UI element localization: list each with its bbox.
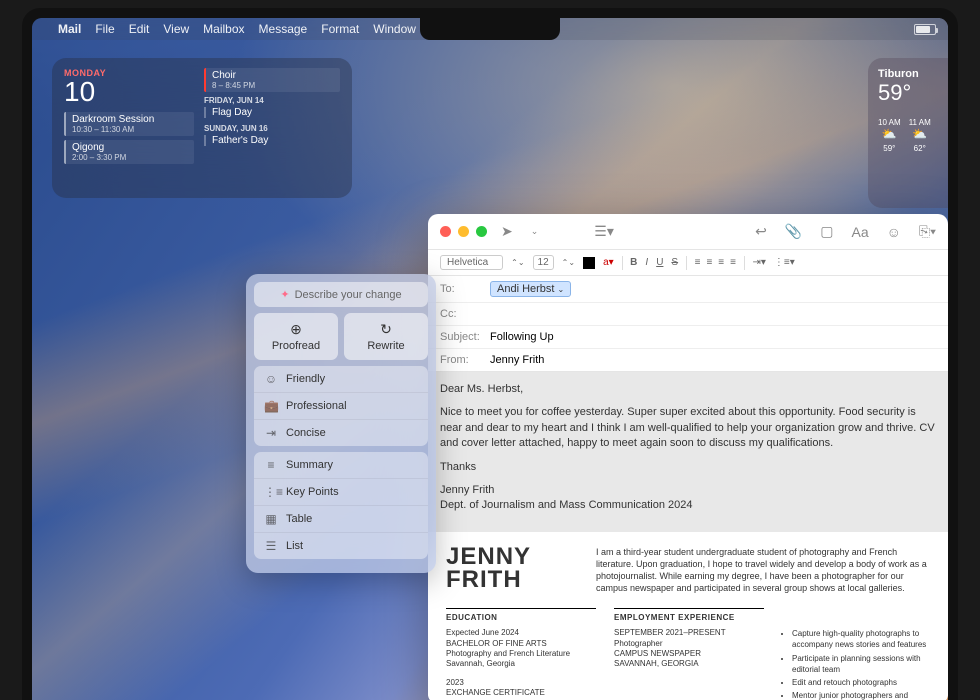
battery-icon[interactable] [914,24,936,35]
calendar-event: Choir 8 – 8:45 PM [204,68,340,92]
close-button[interactable] [440,226,451,237]
briefcase-icon: 💼 [264,399,278,413]
mail-compose-window: ➤ ⌄ ☰▾ ↩ 📎 ▢ Aa ☺ ⎘▾ Helvetica ⌃⌄ 12 ⌃⌄ [428,214,948,700]
align-justify-icon[interactable]: ≡ [730,257,736,268]
bold-button[interactable]: B [630,257,637,268]
smile-icon: ☺ [264,372,278,386]
menu-edit[interactable]: Edit [129,22,150,36]
font-select[interactable]: Helvetica [440,255,503,270]
format-icon[interactable]: Aa [851,224,868,240]
attach-icon[interactable]: 📎 [785,223,802,240]
align-center-icon[interactable]: ≡ [706,257,712,268]
emoji-icon[interactable]: ☺ [887,224,901,240]
selected-text[interactable]: Dear Ms. Herbst, Nice to meet you for co… [428,372,948,532]
menu-view[interactable]: View [163,22,189,36]
menu-app[interactable]: Mail [58,22,81,36]
writing-tools-popover: ✦ Describe your change ⊕ Proofread ↻ Rew… [246,274,436,573]
chevron-down-icon[interactable]: ⌄ [557,285,564,294]
format-bar: Helvetica ⌃⌄ 12 ⌃⌄ a▾ B I U S ≡ ≡ ≡ ≡ [428,250,948,276]
weather-hour: 10 AM ⛅ 59° [878,118,901,153]
calendar-widget[interactable]: MONDAY 10 Darkroom Session 10:30 – 11:30… [52,58,352,198]
align-right-icon[interactable]: ≡ [718,257,724,268]
weather-hour: 11 AM ⛅ 62° [909,118,931,153]
calendar-event: Darkroom Session 10:30 – 11:30 AM [64,112,194,136]
transform-summary[interactable]: ≡Summary [254,452,428,479]
cloud-sun-icon: ⛅ [878,127,901,141]
lines-icon: ≡ [264,458,278,472]
tone-friendly[interactable]: ☺Friendly [254,366,428,393]
list-style-icon[interactable]: ⋮≡▾ [774,257,795,268]
stepper-icon[interactable]: ⌃⌄ [562,258,575,267]
cloud-sun-icon: ⛅ [909,127,931,141]
bullets-icon: ⋮≡ [264,485,278,499]
table-icon: ▦ [264,512,278,526]
italic-button[interactable]: I [645,257,648,268]
subject-value[interactable]: Following Up [490,331,554,343]
photo-icon[interactable]: ▢ [820,223,833,240]
strike-button[interactable]: S [671,257,678,268]
send-icon[interactable]: ➤ [501,223,513,240]
menu-file[interactable]: File [95,22,114,36]
tone-professional[interactable]: 💼Professional [254,393,428,420]
resume-attachment: JENNYFRITH I am a third-year student und… [428,532,948,700]
stepper-icon[interactable]: ⌃⌄ [511,258,524,267]
minimize-button[interactable] [458,226,469,237]
from-value: Jenny Frith [490,354,544,366]
header-fields-icon[interactable]: ☰▾ [594,223,614,240]
transform-keypoints[interactable]: ⋮≡Key Points [254,479,428,506]
subject-row[interactable]: Subject: Following Up [428,326,948,349]
tone-concise[interactable]: ⇥Concise [254,420,428,446]
transform-list[interactable]: ☰List [254,533,428,559]
display-notch [420,18,560,40]
cc-row[interactable]: Cc: [428,303,948,326]
weather-location: Tiburon [878,68,938,80]
chevron-down-icon[interactable]: ⌄ [531,226,539,237]
resume-intro: I am a third-year student undergraduate … [596,546,930,595]
transform-table[interactable]: ▦Table [254,506,428,533]
rewrite-button[interactable]: ↻ Rewrite [344,313,428,360]
calendar-event: Qigong 2:00 – 3:30 PM [64,140,194,164]
to-row[interactable]: To: Andi Herbst ⌄ [428,276,948,303]
menu-format[interactable]: Format [321,22,359,36]
proofread-button[interactable]: ⊕ Proofread [254,313,338,360]
mail-body[interactable]: Dear Ms. Herbst, Nice to meet you for co… [428,372,948,700]
refresh-icon: ↻ [348,321,424,338]
zoom-button[interactable] [476,226,487,237]
weather-widget[interactable]: Tiburon 59° 10 AM ⛅ 59° 11 AM ⛅ 62° [868,58,948,208]
menu-message[interactable]: Message [259,22,308,36]
resume-name: JENNYFRITH [446,546,576,595]
sparkle-icon: ✦ [280,288,289,301]
mail-titlebar[interactable]: ➤ ⌄ ☰▾ ↩ 📎 ▢ Aa ☺ ⎘▾ [428,214,948,250]
arrows-in-icon: ⇥ [264,426,278,440]
indent-icon[interactable]: ⇥▾ [752,257,765,268]
describe-change-field[interactable]: ✦ Describe your change [254,282,428,307]
menu-mailbox[interactable]: Mailbox [203,22,244,36]
color-swatch[interactable] [583,257,595,269]
recipient-token[interactable]: Andi Herbst ⌄ [490,281,571,297]
calendar-day-number: 10 [64,78,194,106]
list-icon: ☰ [264,539,278,553]
markup-icon[interactable]: ⎘▾ [919,223,936,240]
font-size-field[interactable]: 12 [533,255,554,270]
weather-temp: 59° [878,80,938,106]
underline-button[interactable]: U [656,257,663,268]
align-left-icon[interactable]: ≡ [695,257,701,268]
magnifier-icon: ⊕ [258,321,334,338]
reply-icon[interactable]: ↩ [755,223,767,240]
menu-window[interactable]: Window [373,22,416,36]
text-color-icon[interactable]: a▾ [603,257,614,268]
from-row[interactable]: From: Jenny Frith [428,349,948,371]
